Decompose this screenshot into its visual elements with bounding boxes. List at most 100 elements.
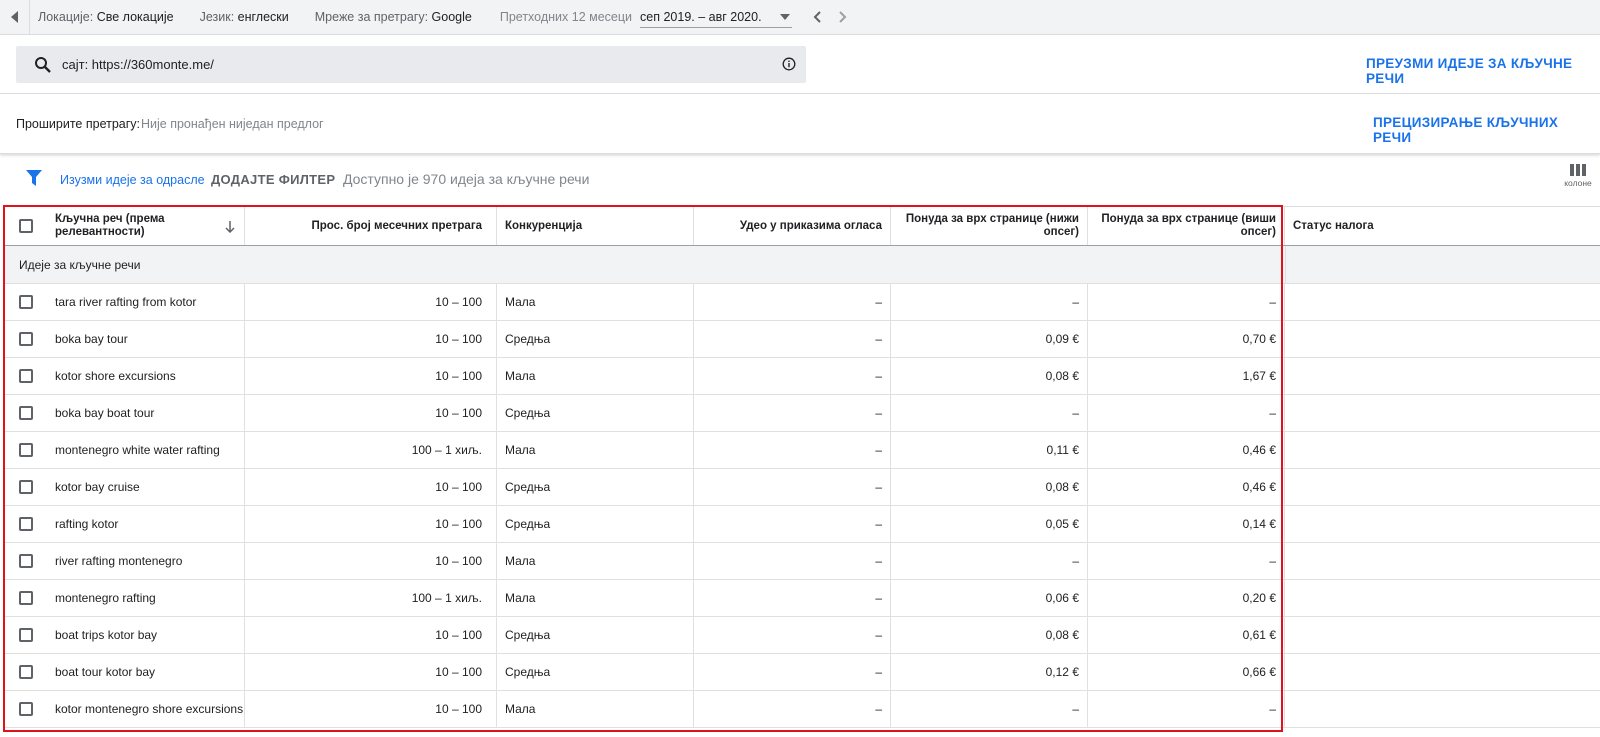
bid-low-cell: – [891,395,1088,431]
bid-high-cell: – [1088,395,1285,431]
bid-high-cell: 0,46 € [1088,432,1285,468]
row-checkbox[interactable] [18,554,33,568]
header-bid-high[interactable]: Понуда за врх странице (виши опсег) [1088,207,1285,245]
keyword-cell: tara river rafting from kotor [48,284,245,320]
row-checkbox[interactable] [18,591,33,605]
table-row[interactable]: kotor shore excursions 10 – 100 Мала –0,08 … [3,358,1600,395]
avg-searches-cell: 100 – 1 хиљ. [245,580,497,616]
row-checkbox-cell [3,580,48,616]
account-status-cell [1285,358,1600,394]
exclude-adult-ideas-filter[interactable]: Изузми идеје за одрасле [60,173,205,187]
next-period-button[interactable] [830,4,856,30]
row-checkbox-cell [3,654,48,690]
row-checkbox[interactable] [18,369,33,383]
select-all-cell [3,207,48,245]
language-setting[interactable]: Језик: енглески [200,10,289,24]
add-filter-button[interactable]: ДОДАЈТЕ ФИЛТЕР [211,172,335,187]
available-ideas-count: Доступно је 970 идеја за кључне речи [343,171,590,187]
avg-searches-cell: 10 – 100 [245,395,497,431]
row-checkbox-cell [3,617,48,653]
account-status-cell [1285,617,1600,653]
table-row[interactable]: kotor bay cruise 10 – 100 Средња –0,08 €0,4… [3,469,1600,506]
network-value: Google [431,10,472,24]
bid-high-cell: 1,67 € [1088,358,1285,394]
account-status-cell [1285,469,1600,505]
avg-searches-cell: 10 – 100 [245,358,497,394]
bid-low-cell: 0,08 € [891,469,1088,505]
header-avg-searches[interactable]: Прос. број месечних претрага [245,207,497,245]
filter-icon[interactable] [26,170,42,186]
row-checkbox[interactable] [18,517,33,531]
row-checkbox-cell [3,469,48,505]
download-keyword-ideas-button[interactable]: ПРЕУЗМИ ИДЕЈЕ ЗА КЉУЧНЕ РЕЧИ [1366,56,1600,86]
avg-searches-cell: 10 – 100 [245,691,497,727]
table-header: Кључна реч (према релевантности) Прос. б… [3,206,1600,246]
keyword-cell: boat tour kotor bay [48,654,245,690]
header-account-status[interactable]: Статус налога [1285,207,1600,245]
date-range-select[interactable]: сеп 2019. – авг 2020. [640,6,793,28]
keyword-cell: boka bay tour [48,321,245,357]
collapse-back-button[interactable] [0,0,30,35]
row-checkbox[interactable] [18,332,33,346]
avg-searches-cell: 100 – 1 хиљ. [245,432,497,468]
bid-low-cell: 0,11 € [891,432,1088,468]
keyword-ideas-table: Кључна реч (према релевантности) Прос. б… [3,206,1600,728]
network-setting[interactable]: Мреже за претрагу: Google [315,10,472,24]
competition-cell: Мала [497,543,694,579]
keyword-cell: river rafting montenegro [48,543,245,579]
row-checkbox[interactable] [18,406,33,420]
row-checkbox[interactable] [18,702,33,716]
row-checkbox[interactable] [18,628,33,642]
group-label: Идеје за кључне речи [19,258,141,272]
table-row[interactable]: boat trips kotor bay 10 – 100 Средња –0,08 … [3,617,1600,654]
header-keyword-label: Кључна реч (према релевантности) [55,213,165,238]
avg-searches-cell: 10 – 100 [245,654,497,690]
table-row[interactable]: montenegro white water rafting 100 – 1 хи… [3,432,1600,469]
table-row[interactable]: montenegro rafting 100 – 1 хиљ. Мала –0,06 … [3,580,1600,617]
header-impression-share[interactable]: Удео у приказима огласа [694,207,891,245]
row-checkbox[interactable] [18,295,33,309]
table-row[interactable]: river rafting montenegro 10 – 100 Мала – – – [3,543,1600,580]
bid-low-cell: – [891,691,1088,727]
account-status-cell [1285,691,1600,727]
impression-share-cell: – [694,580,891,616]
account-status-cell [1285,543,1600,579]
table-row[interactable]: boka bay tour 10 – 100 Средња –0,09 €0,70 € [3,321,1600,358]
language-value: енглески [237,10,289,24]
broaden-search-label: Проширите претрагу: [16,117,141,131]
bid-low-cell: 0,08 € [891,617,1088,653]
row-checkbox-cell [3,432,48,468]
location-setting[interactable]: Локације: Све локације [38,10,174,24]
select-all-checkbox[interactable] [18,219,33,233]
top-settings-bar: Локације: Све локације Језик: енглески М… [0,0,1600,35]
header-bid-low[interactable]: Понуда за врх странице (нижи опсег) [891,207,1088,245]
row-checkbox-cell [3,506,48,542]
account-status-cell [1285,284,1600,320]
bid-high-cell: – [1088,691,1285,727]
table-row[interactable]: rafting kotor 10 – 100 Средња –0,05 €0,14 € [3,506,1600,543]
bid-high-cell: 0,61 € [1088,617,1285,653]
bid-high-cell: 0,46 € [1088,469,1285,505]
columns-button[interactable]: колоне [1560,164,1596,188]
competition-cell: Средња [497,506,694,542]
row-checkbox-cell [3,321,48,357]
header-competition[interactable]: Конкуренција [497,207,694,245]
search-input[interactable]: сајт: https://360monte.me/ [16,46,806,83]
table-row[interactable]: tara river rafting from kotor 10 – 100 Мал… [3,284,1600,321]
keyword-cell: boka bay boat tour [48,395,245,431]
broaden-search-value: Није пронађен ниједан предлог [141,117,324,131]
impression-share-cell: – [694,432,891,468]
previous-period-button[interactable] [804,4,830,30]
table-row[interactable]: boka bay boat tour 10 – 100 Средња – – – [3,395,1600,432]
table-row[interactable]: boat tour kotor bay 10 – 100 Средња –0,12 €… [3,654,1600,691]
row-checkbox[interactable] [18,443,33,457]
header-keyword[interactable]: Кључна реч (према релевантности) [48,207,245,245]
row-checkbox[interactable] [18,665,33,679]
info-icon[interactable] [782,57,796,71]
refine-keywords-button[interactable]: ПРЕЦИЗИРАЊЕ КЉУЧНИХ РЕЧИ [1373,115,1600,145]
sort-arrow-down-icon[interactable] [225,221,235,233]
row-checkbox-cell [3,284,48,320]
impression-share-cell: – [694,617,891,653]
row-checkbox[interactable] [18,480,33,494]
table-row[interactable]: kotor montenegro shore excursions 10 – 10… [3,691,1600,728]
